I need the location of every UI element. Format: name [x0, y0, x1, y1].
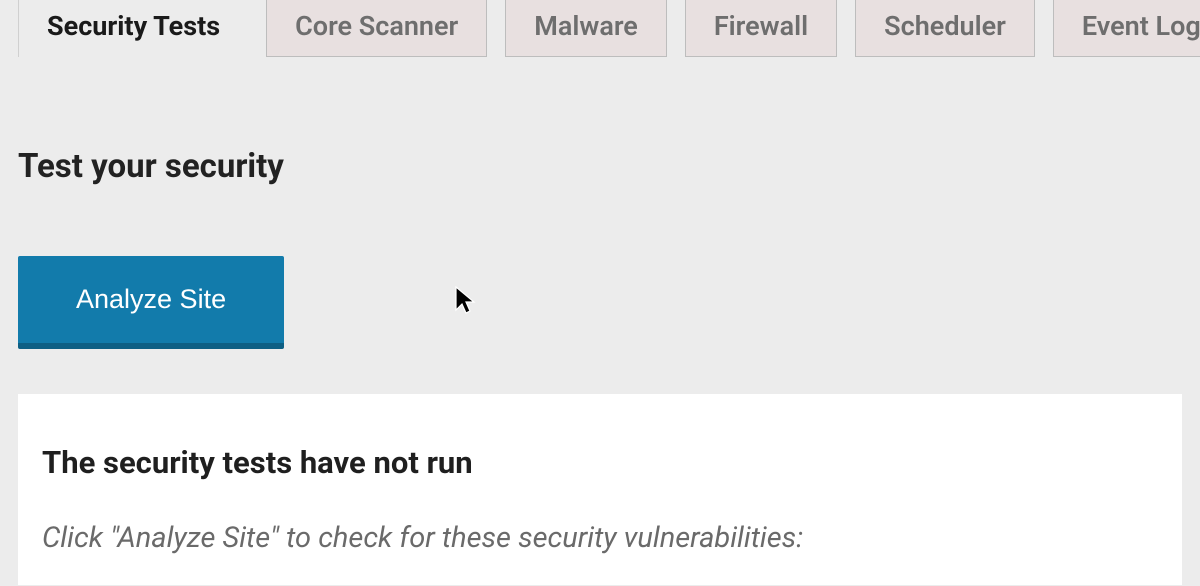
tab-security-tests[interactable]: Security Tests [18, 0, 248, 57]
tab-scheduler[interactable]: Scheduler [855, 0, 1035, 57]
results-card-subtext: Click "Analyze Site" to check for these … [42, 521, 1158, 555]
tab-event-log[interactable]: Event Log [1053, 0, 1200, 57]
main-content: Test your security Analyze Site The secu… [0, 57, 1200, 585]
tab-core-scanner[interactable]: Core Scanner [266, 0, 487, 57]
tab-firewall[interactable]: Firewall [685, 0, 837, 57]
results-card: The security tests have not run Click "A… [18, 394, 1182, 585]
tab-malware[interactable]: Malware [505, 0, 667, 57]
results-card-title: The security tests have not run [42, 444, 1158, 481]
page-title: Test your security [18, 147, 1182, 186]
analyze-site-button[interactable]: Analyze Site [18, 256, 284, 349]
tabs-bar: Security Tests Core Scanner Malware Fire… [0, 0, 1200, 57]
